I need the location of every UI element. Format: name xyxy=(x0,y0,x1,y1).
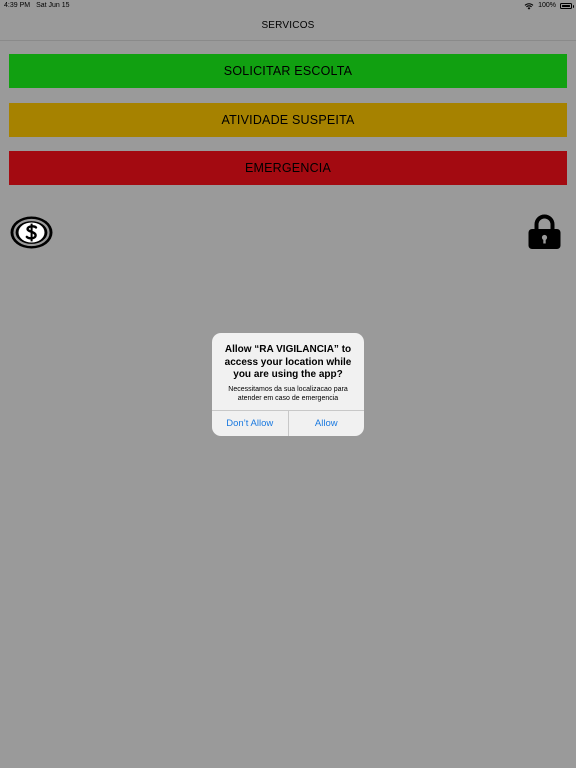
status-bar: 4:39 PM Sat Jun 15 100% xyxy=(0,0,576,12)
battery-fill xyxy=(562,5,570,7)
status-right: 100% xyxy=(524,0,574,12)
wifi-icon xyxy=(524,2,534,10)
location-permission-alert: Allow “RA VIGILANCIA” to access your loc… xyxy=(212,333,364,436)
emergency-button[interactable]: EMERGENCIA xyxy=(9,151,567,185)
alert-title: Allow “RA VIGILANCIA” to access your loc… xyxy=(224,344,352,380)
status-time: 4:39 PM xyxy=(4,2,31,9)
request-escort-button[interactable]: SOLICITAR ESCOLTA xyxy=(9,54,567,88)
battery-percent: 100% xyxy=(538,2,556,9)
alert-actions: Don’t Allow Allow xyxy=(212,410,364,436)
alert-message: Necessitamos da sua localizacao para ate… xyxy=(228,385,348,402)
dont-allow-button[interactable]: Don’t Allow xyxy=(212,411,288,436)
battery-icon xyxy=(560,3,574,9)
allow-button[interactable]: Allow xyxy=(287,411,365,436)
lock-icon[interactable] xyxy=(527,214,562,250)
suspicious-activity-button[interactable]: ATIVIDADE SUSPEITA xyxy=(9,103,567,137)
status-date: Sat Jun 15 xyxy=(36,2,70,9)
navigation-bar: SERVICOS xyxy=(0,12,576,41)
page-title: SERVICOS xyxy=(261,20,315,31)
status-left: 4:39 PM Sat Jun 15 xyxy=(4,0,76,12)
dollar-coin-icon[interactable] xyxy=(9,215,54,250)
